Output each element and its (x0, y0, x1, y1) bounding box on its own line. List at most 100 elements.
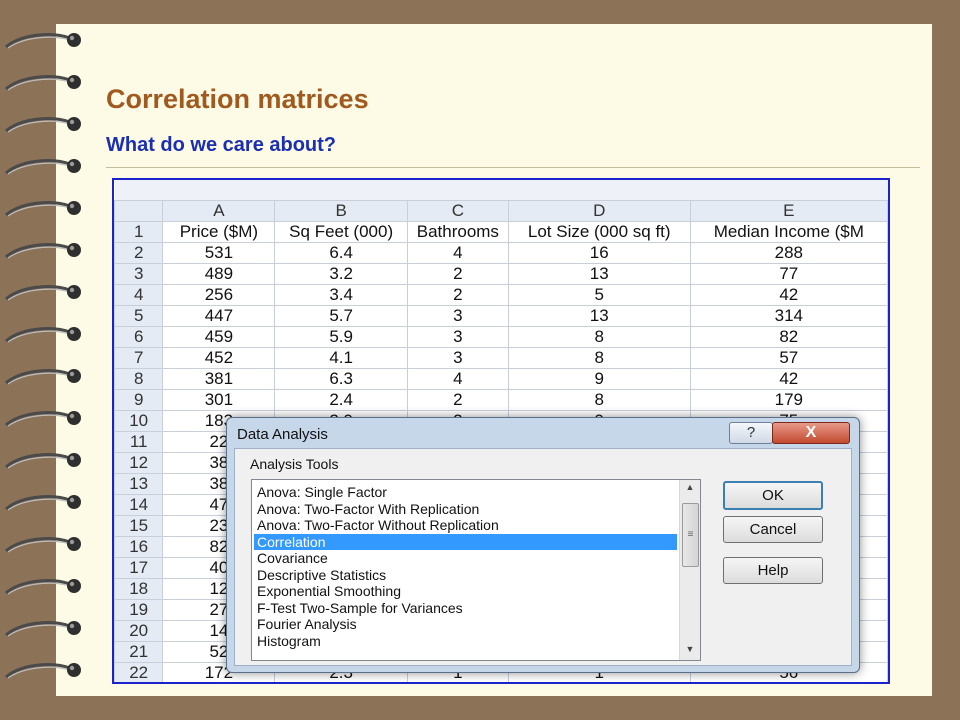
column-header-b[interactable]: B (274, 200, 408, 222)
cell[interactable]: 13 (507, 263, 691, 285)
cell[interactable]: 77 (689, 263, 888, 285)
cell[interactable]: 3.2 (274, 263, 408, 285)
cell[interactable]: 3 (406, 326, 509, 348)
row-header[interactable]: 12 (114, 452, 164, 474)
row-header[interactable]: 11 (114, 431, 164, 453)
binding-ring (0, 659, 92, 681)
binding-ring (0, 533, 92, 555)
row-header[interactable]: 16 (114, 536, 164, 558)
cell[interactable]: 459 (162, 326, 276, 348)
row-header[interactable]: 18 (114, 578, 164, 600)
cell[interactable]: 4 (406, 242, 509, 264)
row-header[interactable]: 22 (114, 662, 164, 682)
cell[interactable]: 489 (162, 263, 276, 285)
scroll-down-icon[interactable]: ▼ (680, 644, 700, 658)
cell[interactable]: 9 (507, 368, 691, 390)
binding-ring (0, 449, 92, 471)
row-header[interactable]: 19 (114, 599, 164, 621)
cell[interactable]: 8 (507, 389, 691, 411)
row-header[interactable]: 14 (114, 494, 164, 516)
scroll-up-icon[interactable]: ▲ (680, 482, 700, 496)
list-item[interactable]: Anova: Single Factor (254, 484, 677, 500)
row-header[interactable]: 13 (114, 473, 164, 495)
binding-ring (0, 281, 92, 303)
row-header[interactable]: 4 (114, 284, 164, 306)
cell[interactable]: 42 (689, 284, 888, 306)
cell[interactable]: Median Income ($M (689, 221, 888, 243)
column-header-e[interactable]: E (689, 200, 888, 222)
row-header[interactable]: 17 (114, 557, 164, 579)
row-header[interactable]: 3 (114, 263, 164, 285)
list-item[interactable]: Histogram (254, 633, 677, 649)
cell[interactable]: 381 (162, 368, 276, 390)
row-header[interactable]: 21 (114, 641, 164, 663)
cell[interactable]: 447 (162, 305, 276, 327)
row-header[interactable]: 5 (114, 305, 164, 327)
column-header-a[interactable]: A (162, 200, 276, 222)
cell[interactable]: 314 (689, 305, 888, 327)
scroll-thumb[interactable]: ≡ (682, 503, 699, 567)
list-item[interactable]: Descriptive Statistics (254, 567, 677, 583)
cell[interactable]: 288 (689, 242, 888, 264)
cell[interactable]: 2 (406, 263, 509, 285)
title-divider (106, 167, 920, 168)
cell[interactable]: 256 (162, 284, 276, 306)
cell[interactable]: 2 (406, 284, 509, 306)
cell[interactable]: 5.7 (274, 305, 408, 327)
cell[interactable]: 8 (507, 347, 691, 369)
cell[interactable]: 179 (689, 389, 888, 411)
row-header[interactable]: 9 (114, 389, 164, 411)
select-all-corner[interactable] (114, 200, 164, 222)
row-header[interactable]: 6 (114, 326, 164, 348)
cell[interactable]: 13 (507, 305, 691, 327)
cell[interactable]: Price ($M) (162, 221, 276, 243)
cell[interactable]: 2 (406, 389, 509, 411)
cell[interactable]: 2.4 (274, 389, 408, 411)
cell[interactable]: 8 (507, 326, 691, 348)
cell[interactable]: 6.4 (274, 242, 408, 264)
analysis-tools-list[interactable]: Anova: Single Factor Anova: Two-Factor Wi… (251, 479, 701, 661)
cell[interactable]: 6.3 (274, 368, 408, 390)
cell[interactable]: Lot Size (000 sq ft) (507, 221, 691, 243)
cell[interactable]: Sq Feet (000) (274, 221, 408, 243)
cell[interactable]: 5.9 (274, 326, 408, 348)
row-header[interactable]: 20 (114, 620, 164, 642)
list-item[interactable]: Exponential Smoothing (254, 583, 677, 599)
cell[interactable]: 3.4 (274, 284, 408, 306)
help-button[interactable]: Help (723, 557, 823, 584)
row-header[interactable]: 1 (114, 221, 164, 243)
list-item[interactable]: Anova: Two-Factor With Replication (254, 501, 677, 517)
cell[interactable]: 4 (406, 368, 509, 390)
row-header[interactable]: 15 (114, 515, 164, 537)
help-icon[interactable]: ? (729, 422, 773, 444)
row-header[interactable]: 10 (114, 410, 164, 432)
row-header[interactable]: 2 (114, 242, 164, 264)
list-item[interactable]: Anova: Two-Factor Without Replication (254, 517, 677, 533)
cell[interactable]: 301 (162, 389, 276, 411)
binding-ring (0, 365, 92, 387)
table-row: 8 381 6.3 4 9 42 (114, 368, 888, 390)
list-item[interactable]: F-Test Two-Sample for Variances (254, 600, 677, 616)
list-item[interactable]: Fourier Analysis (254, 616, 677, 632)
column-header-c[interactable]: C (406, 200, 509, 222)
cell[interactable]: 3 (406, 347, 509, 369)
row-header[interactable]: 8 (114, 368, 164, 390)
cancel-button[interactable]: Cancel (723, 516, 823, 543)
cell[interactable]: Bathrooms (406, 221, 509, 243)
cell[interactable]: 531 (162, 242, 276, 264)
cell[interactable]: 82 (689, 326, 888, 348)
list-scrollbar[interactable]: ▲ ≡ ▼ (679, 480, 700, 660)
cell[interactable]: 57 (689, 347, 888, 369)
cell[interactable]: 5 (507, 284, 691, 306)
row-header[interactable]: 7 (114, 347, 164, 369)
list-item[interactable]: Covariance (254, 550, 677, 566)
close-icon[interactable]: X (772, 422, 850, 444)
cell[interactable]: 3 (406, 305, 509, 327)
cell[interactable]: 4.1 (274, 347, 408, 369)
cell[interactable]: 42 (689, 368, 888, 390)
ok-button[interactable]: OK (723, 481, 823, 510)
cell[interactable]: 452 (162, 347, 276, 369)
column-header-d[interactable]: D (507, 200, 691, 222)
cell[interactable]: 16 (507, 242, 691, 264)
list-item[interactable]: Correlation (254, 533, 677, 550)
